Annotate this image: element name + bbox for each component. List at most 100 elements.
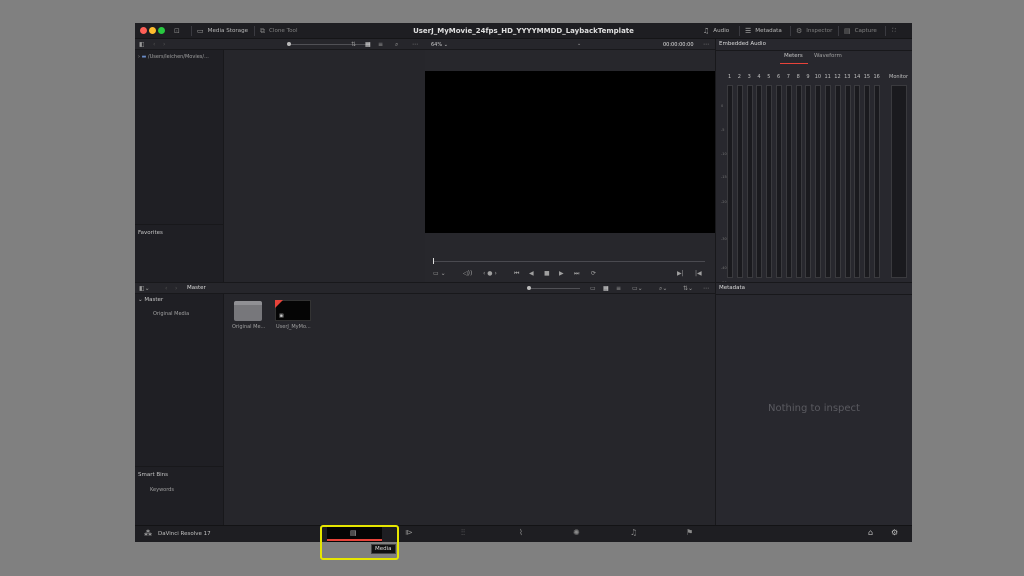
meter-channel-bar: [795, 85, 802, 278]
slider-handle[interactable]: [287, 42, 291, 46]
smart-bin-keywords[interactable]: Keywords: [150, 487, 174, 493]
list-view-icon[interactable]: ≡: [378, 39, 383, 50]
loop-icon[interactable]: ⟳: [591, 270, 596, 277]
transport-area: ▭ ⌄ ◁)) ‹ ● › ⏮ ◀ ■ ▶ ⏭ ⟳ ▶| |◀: [425, 233, 715, 282]
maximize-window-button[interactable]: [158, 27, 165, 34]
viewer-options-icon[interactable]: ⋯: [703, 39, 709, 50]
pool-sort-icon[interactable]: ⇅⌄: [683, 283, 693, 294]
pool-search-icon[interactable]: ⌕⌄: [659, 283, 667, 294]
bin-master[interactable]: ⌄ Master: [138, 297, 163, 303]
fusion-page-icon[interactable]: ⌇: [519, 528, 523, 537]
meter-channel-label: 8: [796, 74, 800, 80]
meter-scale-tick: -20: [721, 200, 727, 204]
cut-page-icon[interactable]: ⧐: [405, 528, 413, 537]
sidebar-toggle-icon[interactable]: ◧: [139, 39, 145, 50]
meter-channel-bar: [766, 85, 773, 278]
meter-channel-bar: [815, 85, 822, 278]
next-clip-icon[interactable]: ▶|: [677, 270, 684, 277]
meter-channel-label: 15: [863, 74, 871, 80]
stop-icon[interactable]: ■: [544, 270, 550, 277]
pool-list-view-icon[interactable]: ≡: [616, 283, 621, 294]
forward-icon[interactable]: ›: [163, 39, 165, 50]
folder-icon[interactable]: [234, 301, 262, 321]
audio-panel: Embedded Audio Meters Waveform 123456789…: [716, 39, 912, 285]
bin-list-toggle-icon[interactable]: ◧⌄: [139, 283, 150, 294]
storage-browser[interactable]: [224, 50, 425, 282]
jog-control-icon[interactable]: ‹ ● ›: [483, 270, 497, 277]
sort-icon[interactable]: ⇅: [351, 39, 356, 50]
expand-arrow-icon: ›: [138, 54, 140, 60]
meter-channel-label: 11: [824, 74, 831, 80]
more-options-icon[interactable]: ⋯: [412, 39, 418, 50]
media-storage-button[interactable]: ▭ Media Storage: [197, 23, 248, 39]
media-pool-grid[interactable]: Original Me... ▣ UserJ_MyMo...: [224, 294, 715, 525]
edit-page-icon[interactable]: ⫶⫶: [461, 528, 465, 538]
pool-grid-view-icon[interactable]: ▦: [603, 283, 609, 294]
bin-original-media[interactable]: Original Media: [153, 311, 189, 317]
back-icon[interactable]: ‹: [153, 39, 155, 50]
meter-scale-tick: 0: [721, 104, 724, 108]
tab-meters[interactable]: Meters: [784, 53, 803, 59]
gear-icon[interactable]: ⚙: [891, 528, 898, 537]
pool-back-icon[interactable]: ‹: [165, 283, 167, 294]
meter-channel-label: 14: [853, 74, 861, 80]
search-icon[interactable]: ⌕: [395, 39, 398, 50]
volume-icon[interactable]: ◁)): [463, 270, 472, 277]
previous-clip-icon[interactable]: |◀: [695, 270, 702, 277]
fullscreen-icon[interactable]: ⛶: [892, 23, 896, 39]
storage-location-item[interactable]: › ▬ /Users/leichen/Movies/...: [138, 54, 209, 60]
media-storage-icon: ▭: [197, 27, 204, 35]
metadata-button[interactable]: ☰ Metadata: [745, 23, 782, 39]
meter-channel-label: 7: [786, 74, 790, 80]
viewer-mode-icon[interactable]: ▭ ⌄: [433, 270, 446, 277]
thumbnail-size-slider[interactable]: [290, 44, 370, 45]
jump-to-start-icon[interactable]: ⏮: [514, 270, 519, 278]
video-viewer[interactable]: [425, 71, 715, 233]
inspector-button[interactable]: ⚙ Inspector: [796, 23, 832, 39]
meter-scale-tick: -10: [721, 152, 727, 156]
meter-channel-label: 1: [728, 74, 732, 80]
play-reverse-icon[interactable]: ◀: [529, 270, 534, 277]
meter-channel-bar: [746, 85, 753, 278]
meter-channel-label: 12: [834, 74, 841, 80]
meter-channel-bar: [864, 85, 871, 278]
capture-button[interactable]: ▤ Capture: [844, 23, 877, 39]
play-icon[interactable]: ▶: [559, 270, 564, 277]
grid-view-icon[interactable]: ▦: [365, 39, 371, 50]
jump-to-end-icon[interactable]: ⏭: [574, 270, 579, 278]
clip-filter-icon[interactable]: ▭⌄: [632, 283, 643, 294]
home-icon[interactable]: ⌂: [868, 528, 873, 537]
meter-scale-tick: -30: [721, 237, 727, 241]
pool-options-icon[interactable]: ⋯: [703, 283, 709, 294]
playhead[interactable]: [433, 258, 434, 264]
fairlight-page-icon[interactable]: ♫: [630, 528, 637, 537]
audio-button[interactable]: ♫ Audio: [703, 23, 729, 39]
pool-forward-icon[interactable]: ›: [175, 283, 177, 294]
deliver-page-icon[interactable]: ⚑: [686, 528, 693, 537]
metadata-panel-title: Metadata: [719, 285, 746, 291]
color-page-icon[interactable]: ✺: [573, 528, 580, 537]
meter-channel-label: 9: [806, 74, 810, 80]
favorites-label: Favorites: [138, 230, 163, 236]
panel-toggle-icon[interactable]: ⊡: [174, 23, 180, 39]
pool-thumbnail-slider[interactable]: [530, 288, 580, 289]
tab-waveform[interactable]: Waveform: [814, 53, 842, 59]
meter-channel-bar: [825, 85, 831, 278]
metadata-view-icon[interactable]: ▭: [590, 283, 596, 294]
meter-channel-label: 4: [757, 74, 761, 80]
media-pool-toolbar: ◧⌄ ‹ › Master ▭ ▦ ≡ ▭⌄ ⌕⌄ ⇅⌄ ⋯: [135, 283, 715, 294]
video-clip-icon: ▣: [279, 313, 284, 319]
monitor-label: Monitor: [889, 74, 909, 80]
viewer-dropdown-icon[interactable]: ⌄: [577, 41, 581, 47]
pool-slider-handle[interactable]: [527, 286, 531, 290]
scrubber-bar[interactable]: [433, 261, 705, 262]
meter-channel-bar: [854, 85, 861, 278]
close-window-button[interactable]: [140, 27, 147, 34]
meter-channel-label: 5: [767, 74, 771, 80]
clone-tool-button[interactable]: ⧉ Clone Tool: [260, 23, 298, 39]
minimize-window-button[interactable]: [149, 27, 156, 34]
clip-thumbnail[interactable]: ▣: [275, 300, 311, 321]
zoom-level[interactable]: 64% ⌄: [431, 42, 448, 48]
meter-channel-bar: [844, 85, 851, 278]
meter-channel-label: 13: [844, 74, 851, 80]
